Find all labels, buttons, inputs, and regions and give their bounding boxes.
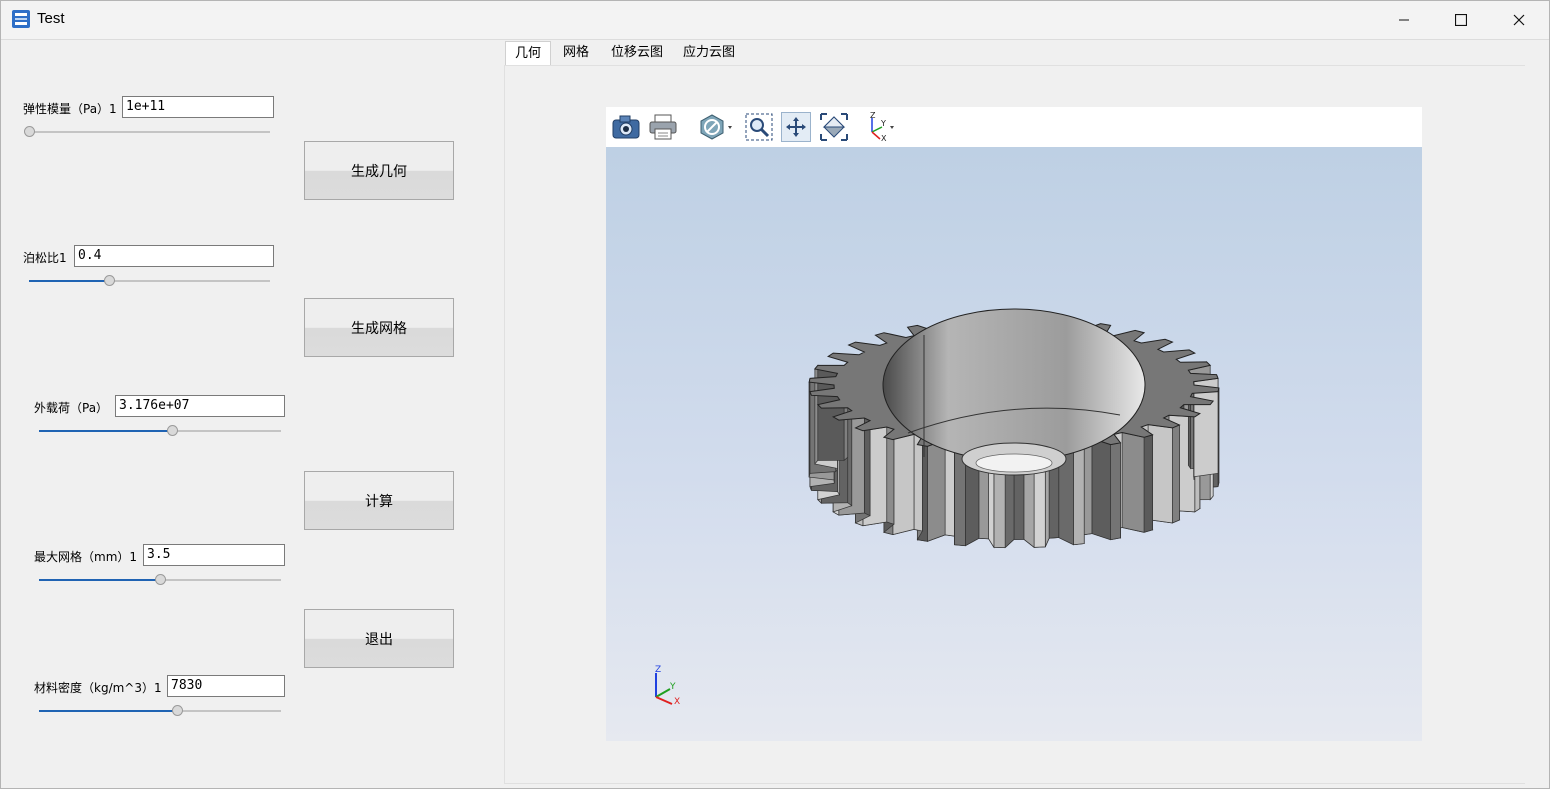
axis-triad: Z Y X [655,665,680,705]
material-density-field[interactable]: 7830 [167,675,285,697]
elastic-modulus-field[interactable]: 1e+11 [122,96,274,118]
poisson-ratio-slider[interactable] [29,274,270,288]
tab-displacement[interactable]: 位移云图 [611,41,663,65]
3d-viewer: Z Y X Z Y X [606,107,1422,741]
display-mode-icon [700,114,732,140]
camera-icon [612,115,640,139]
tab-mesh[interactable]: 网格 [563,41,589,65]
minimize-button[interactable] [1375,1,1433,39]
close-button[interactable] [1490,1,1548,39]
print-button[interactable] [648,112,678,142]
max-mesh-field[interactable]: 3.5 [143,544,285,566]
external-load-field[interactable]: 3.176e+07 [115,395,285,417]
compute-button[interactable]: 计算 [304,471,454,530]
material-density-label: 材料密度（kg/m^3）1 [34,681,162,695]
max-mesh-slider[interactable] [39,573,281,587]
gear-body [808,308,1220,549]
slider-handle[interactable] [103,275,115,286]
material-density-slider[interactable] [39,704,281,718]
minimize-icon [1399,19,1409,21]
maximize-button[interactable] [1432,1,1490,39]
generate-geometry-button[interactable]: 生成几何 [304,141,454,200]
window-title: Test [37,10,65,27]
generate-mesh-button[interactable]: 生成网格 [304,298,454,357]
zoom-box-button[interactable] [744,112,774,142]
3d-canvas[interactable]: Z Y X [606,147,1422,741]
elastic-modulus-slider[interactable] [24,125,270,139]
axes-view-icon: Z Y X [870,112,894,142]
app-window: Test 弹性模量（Pa）1 1e+11 生成几何 泊松比1 0.4 生成网格 … [0,0,1550,789]
external-load-label: 外载荷（Pa） [34,401,109,415]
poisson-ratio-label: 泊松比1 [23,251,67,265]
triad-label-x: X [674,697,680,705]
fit-all-button[interactable] [819,112,849,142]
tab-stress[interactable]: 应力云图 [683,41,735,65]
maximize-icon [1455,14,1467,26]
app-icon [12,10,30,28]
print-icon [649,114,677,140]
view-orientation-button[interactable]: Z Y X [864,112,900,142]
external-load-slider[interactable] [39,424,281,438]
zoom-box-icon [745,113,773,141]
close-icon [1513,14,1525,26]
axis-label-y: Y [880,119,886,128]
tab-geometry[interactable]: 几何 [505,41,551,65]
display-mode-button[interactable] [698,112,736,142]
fit-all-icon [820,113,848,141]
gear-model [808,308,1220,549]
slider-handle[interactable] [171,705,183,716]
exit-button[interactable]: 退出 [304,609,454,668]
pan-button[interactable] [781,112,811,142]
slider-handle[interactable] [167,425,179,436]
screenshot-button[interactable] [611,112,641,142]
pan-icon [786,117,806,137]
axis-label-x: X [881,134,887,142]
elastic-modulus-label: 弹性模量（Pa）1 [23,102,117,116]
slider-handle[interactable] [24,126,35,137]
max-mesh-label: 最大网格（mm）1 [34,550,138,564]
triad-label-y: Y [669,682,676,692]
triad-label-z: Z [655,665,661,675]
poisson-ratio-field[interactable]: 0.4 [74,245,274,267]
slider-handle[interactable] [155,574,166,585]
title-bar[interactable]: Test [1,1,1549,40]
viewer-toolbar: Z Y X [606,107,1422,147]
axis-label-z: Z [870,112,876,120]
